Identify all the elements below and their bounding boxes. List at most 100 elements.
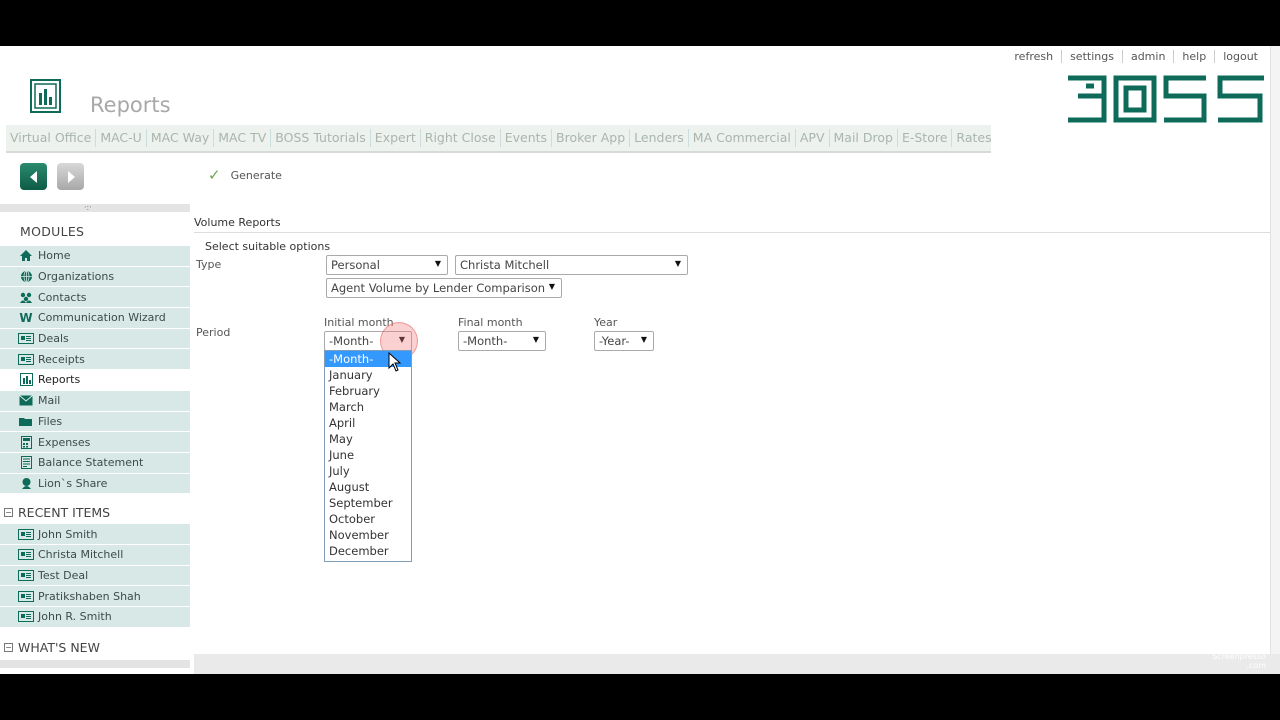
year-select[interactable]: -Year- ▼ (594, 331, 654, 351)
sidebar-item-lions-share[interactable]: Lion`s Share (0, 473, 190, 495)
year-label: Year (594, 316, 618, 329)
sidebar-item-label: Organizations (38, 270, 115, 284)
refresh-link[interactable]: refresh (1006, 50, 1061, 63)
recent-item-label: Pratikshaben Shah (38, 589, 141, 603)
menu-lenders[interactable]: Lenders (630, 129, 689, 147)
recent-item-label: John Smith (38, 527, 98, 541)
back-button[interactable] (20, 163, 47, 190)
menu-events[interactable]: Events (501, 129, 553, 147)
generate-label: Generate (230, 168, 282, 182)
sidebar-item-deals[interactable]: Deals (0, 328, 190, 350)
sidebar-item-label: Lion`s Share (38, 476, 108, 490)
sidebar-item-home[interactable]: Home (0, 246, 190, 267)
menu-e-store[interactable]: E-Store (898, 129, 953, 147)
sidebar-splitter-bottom[interactable] (0, 660, 190, 668)
initial-month-value: -Month- (329, 334, 374, 348)
forward-button[interactable] (57, 163, 84, 190)
folder-icon (18, 414, 34, 428)
menu-virtual-office[interactable]: Virtual Office (6, 129, 97, 147)
sidebar-item-organizations[interactable]: Organizations (0, 266, 190, 288)
help-link[interactable]: help (1173, 50, 1214, 63)
page-title: Reports (90, 93, 171, 117)
card-icon (18, 333, 34, 345)
settings-link[interactable]: settings (1061, 50, 1122, 63)
sidebar-item-contacts[interactable]: Contacts (0, 287, 190, 309)
sidebar-item-expenses[interactable]: Expenses (0, 432, 190, 453)
month-option[interactable]: July (325, 463, 411, 479)
recent-item[interactable]: Pratikshaben Shah (0, 586, 190, 607)
menu-broker-app[interactable]: Broker App (552, 129, 631, 147)
generate-button[interactable]: ✓ Generate (208, 166, 282, 184)
month-option[interactable]: May (325, 431, 411, 447)
month-option[interactable]: September (325, 495, 411, 511)
agent-select-value: Christa Mitchell (460, 258, 550, 272)
lion-icon (18, 476, 34, 490)
recent-item[interactable]: John Smith (0, 524, 190, 545)
menu-mail-drop[interactable]: Mail Drop (830, 129, 898, 147)
recent-item-label: Test Deal (38, 568, 89, 582)
agent-select[interactable]: Christa Mitchell ▼ (455, 255, 688, 275)
month-option[interactable]: April (325, 415, 411, 431)
mouse-cursor-icon (388, 351, 402, 375)
logout-link[interactable]: logout (1214, 50, 1266, 63)
statement-icon (18, 456, 34, 470)
checkmark-icon: ✓ (208, 166, 221, 184)
recent-item[interactable]: Test Deal (0, 565, 190, 587)
section-heading: Volume Reports (194, 216, 281, 229)
menu-mac-way[interactable]: MAC Way (147, 129, 215, 147)
dropdown-arrow-icon: ▼ (532, 335, 539, 344)
sidebar-item-files[interactable]: Files (0, 411, 190, 433)
month-option[interactable]: February (325, 383, 411, 399)
menu-mac-u[interactable]: MAC-U (96, 129, 147, 147)
whats-new-title: WHAT'S NEW (18, 640, 100, 656)
admin-link[interactable]: admin (1121, 50, 1173, 63)
sidebar: ·:· MODULES Home Organizations Contacts … (0, 204, 190, 674)
divider (194, 232, 1270, 233)
sidebar-item-receipts[interactable]: Receipts (0, 349, 190, 371)
menu-mac-tv[interactable]: MAC TV (214, 129, 272, 147)
vertical-scrollbar[interactable] (1270, 46, 1280, 654)
menu-right-close[interactable]: Right Close (421, 129, 501, 147)
menu-apv[interactable]: APV (796, 129, 830, 147)
footer-bar (194, 654, 1280, 674)
card-icon (18, 569, 34, 581)
menu-boss-tutorials[interactable]: BOSS Tutorials (271, 129, 371, 147)
menu-expert[interactable]: Expert (371, 129, 421, 147)
top-links: refresh settings admin help logout (1006, 50, 1266, 63)
sidebar-splitter-top[interactable]: ·:· (0, 204, 190, 212)
menu-ma-commercial[interactable]: MA Commercial (689, 129, 796, 147)
final-month-select[interactable]: -Month- ▼ (458, 331, 546, 351)
sidebar-item-label: Expenses (38, 435, 91, 449)
top-menu-bar: Virtual Office MAC-U MAC Way MAC TV BOSS… (6, 125, 992, 153)
month-option[interactable]: November (325, 527, 411, 543)
sidebar-item-balance-statement[interactable]: Balance Statement (0, 452, 190, 474)
initial-month-label: Initial month (324, 316, 394, 329)
month-option[interactable]: March (325, 399, 411, 415)
recent-item[interactable]: John R. Smith (0, 607, 190, 628)
type-select[interactable]: Personal ▼ (326, 255, 448, 275)
recent-items-header[interactable]: − RECENT ITEMS (0, 494, 190, 524)
month-option[interactable]: August (325, 479, 411, 495)
whats-new-header[interactable]: − WHAT'S NEW (0, 628, 190, 658)
month-option[interactable]: June (325, 447, 411, 463)
sidebar-item-reports[interactable]: Reports (0, 370, 190, 391)
recent-item[interactable]: Christa Mitchell (0, 544, 190, 566)
watermark-line-2: .com (1246, 661, 1266, 670)
app-window: refresh settings admin help logout Repor… (0, 46, 1280, 674)
sidebar-item-communication-wizard[interactable]: W Communication Wizard (0, 308, 190, 329)
sidebar-item-label: Mail (38, 394, 61, 408)
menu-rates[interactable]: Rates (952, 129, 995, 147)
report-select[interactable]: Agent Volume by Lender Comparison ▼ (326, 278, 562, 298)
sidebar-item-label: Receipts (38, 352, 85, 366)
wizard-w-icon: W (19, 310, 33, 325)
month-option[interactable]: October (325, 511, 411, 527)
dropdown-arrow-icon: ▼ (640, 335, 647, 344)
dropdown-arrow-icon: ▼ (434, 259, 441, 268)
final-month-value: -Month- (463, 334, 508, 348)
boss-logo (1064, 74, 1268, 127)
month-option[interactable]: December (325, 543, 411, 559)
final-month-label: Final month (458, 316, 523, 329)
sidebar-item-mail[interactable]: Mail (0, 390, 190, 412)
collapse-icon: − (4, 643, 13, 653)
recent-item-label: Christa Mitchell (38, 548, 124, 562)
